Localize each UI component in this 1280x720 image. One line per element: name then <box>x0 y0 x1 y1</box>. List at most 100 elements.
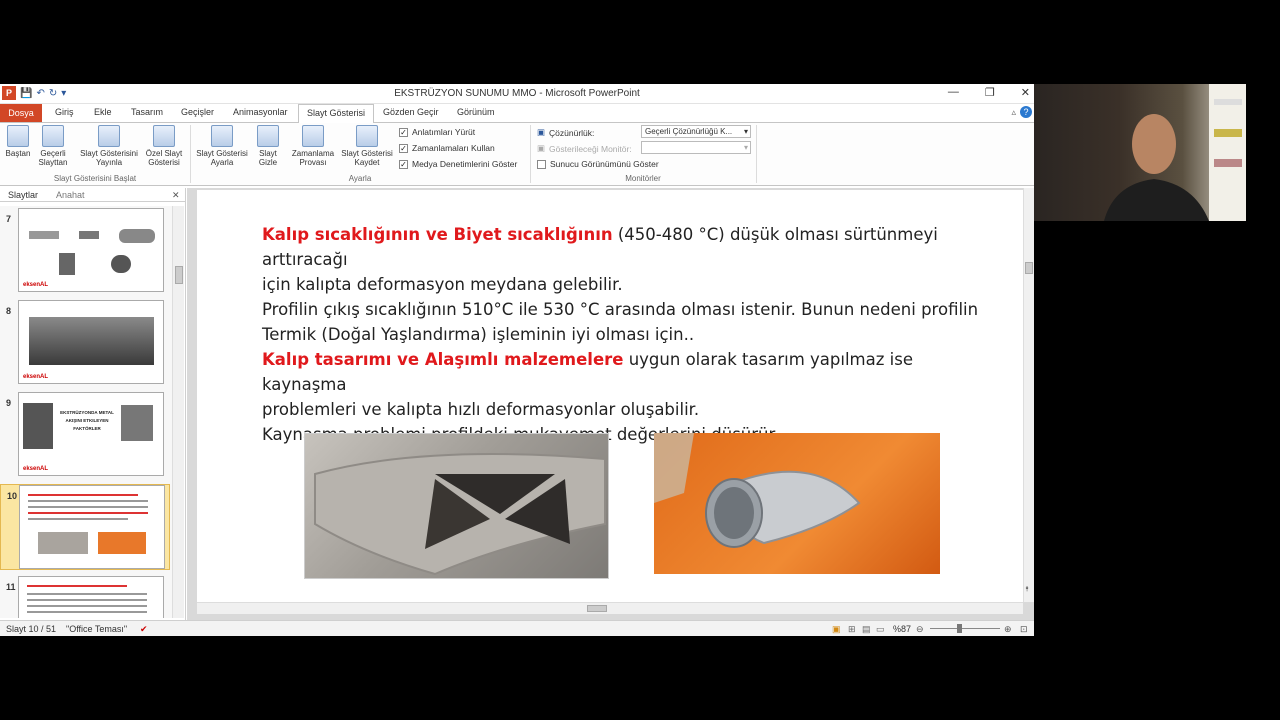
slide-position: Slayt 10 / 51 <box>6 624 57 634</box>
text-line: için kalıpta deformasyon meydana gelebil… <box>262 275 623 294</box>
rehearse-timings-button[interactable]: Zamanlama Provası <box>290 125 336 167</box>
ribbon-collapse-icon[interactable]: ▵ <box>1011 107 1016 118</box>
minimize-button[interactable]: — <box>948 86 959 99</box>
fit-to-window-icon[interactable]: ⊡ <box>1020 624 1028 635</box>
use-timings-checkbox[interactable]: ✓ Zamanlamaları Kullan <box>399 143 495 153</box>
resolution-dropdown[interactable]: Geçerli Çözünürlüğü K... ▾ <box>641 125 751 138</box>
webcam-overlay <box>1034 84 1246 221</box>
restore-button[interactable]: ❐ <box>985 86 995 99</box>
company-logo: eksenAL <box>23 466 49 472</box>
show-media-controls-checkbox[interactable]: ✓ Medya Denetimlerini Göster <box>399 159 517 169</box>
tab-review[interactable]: Gözden Geçir <box>383 107 439 117</box>
monitor-icon: ▣ <box>537 127 546 137</box>
show-on-dropdown[interactable]: ▾ <box>641 141 751 154</box>
record-slideshow-button[interactable]: Slayt Gösterisi Kaydet <box>338 125 396 167</box>
slide-thumbnail[interactable]: 9 EKSTRÜZYONDA METAL AKIŞINI ETKILEYEN F… <box>0 392 170 478</box>
group-label-monitors: Monitörler <box>625 174 661 183</box>
title-bar: P 💾 ↶ ↻ ▾ EKSTRÜZYON SUNUMU MMO - Micros… <box>0 84 1034 104</box>
presenter-figure <box>1104 84 1246 221</box>
group-separator <box>756 125 757 183</box>
panel-tabs: Slaytlar Anahat ✕ <box>0 188 185 202</box>
zoom-out-icon[interactable]: ⊖ <box>916 624 924 635</box>
close-button[interactable]: ✕ <box>1021 86 1030 99</box>
text-line: Termik (Doğal Yaşlandırma) işleminin iyi… <box>262 325 695 344</box>
slideshow-current-icon <box>42 125 64 147</box>
checkbox-checked-icon: ✓ <box>399 143 408 153</box>
slide-preview: EKSTRÜZYONDA METAL AKIŞINI ETKILEYEN FAK… <box>18 392 164 476</box>
presenter-view-checkbox[interactable]: Sunucu Görünümünü Göster <box>537 159 659 169</box>
spellcheck-icon[interactable]: ✔ <box>140 624 148 635</box>
dropdown-arrow-icon: ▾ <box>743 127 748 136</box>
slide-thumbnail[interactable]: 8 eksenAL <box>0 300 170 386</box>
scroll-thumb[interactable] <box>1025 262 1033 274</box>
slide-thumbnails: 7 eksenAL 8 eksenAL 9 EKSTRÜZYONDA METAL… <box>0 206 172 618</box>
slide-preview <box>19 485 165 569</box>
slides-panel: Slaytlar Anahat ✕ 7 eksenAL 8 eksenAL 9 … <box>0 188 186 620</box>
broadcast-slideshow-button[interactable]: Slayt Gösterisini Yayınla <box>76 125 142 167</box>
slide-thumbnail-selected[interactable]: 10 <box>0 484 170 570</box>
slideshow-start-icon <box>7 125 29 147</box>
company-logo: eksenAL <box>23 374 49 380</box>
close-panel-icon[interactable]: ✕ <box>172 190 180 201</box>
tube-profile-photo[interactable] <box>654 433 940 574</box>
slide-thumbnail[interactable]: 7 eksenAL <box>0 208 170 294</box>
broadcast-icon <box>98 125 120 147</box>
previous-slide-icon[interactable]: ⯭ <box>1025 586 1029 594</box>
tab-home[interactable]: Giriş <box>55 107 74 117</box>
slide-thumbnail[interactable]: 11 <box>0 576 170 618</box>
tab-insert[interactable]: Ekle <box>94 107 112 117</box>
slide-body-text[interactable]: Kalıp sıcaklığının ve Biyet sıcaklığının… <box>262 222 982 447</box>
window-title: EKSTRÜZYON SUNUMU MMO - Microsoft PowerP… <box>394 88 640 99</box>
slide-editor: Kalıp sıcaklığının ve Biyet sıcaklığının… <box>187 188 1034 620</box>
tab-transitions[interactable]: Geçişler <box>181 107 214 117</box>
tab-view[interactable]: Görünüm <box>457 107 495 117</box>
tab-file[interactable]: Dosya <box>0 104 42 122</box>
company-logo: eksenAL <box>23 282 49 288</box>
show-on-label: ▣ Gösterileceği Monitör: <box>537 143 632 154</box>
setup-show-icon <box>211 125 233 147</box>
checkbox-checked-icon: ✓ <box>399 127 408 137</box>
tab-design[interactable]: Tasarım <box>131 107 163 117</box>
record-show-icon <box>356 125 378 147</box>
profile-shape-icon <box>314 453 606 576</box>
tab-animations[interactable]: Animasyonlar <box>233 107 288 117</box>
help-icon[interactable]: ? <box>1020 106 1032 118</box>
slide-preview: eksenAL <box>18 208 164 292</box>
slideshow-view-icon[interactable]: ▭ <box>876 624 885 635</box>
from-beginning-button[interactable]: Baştan <box>4 125 32 158</box>
tab-slideshow[interactable]: Slayt Gösterisi <box>298 104 375 123</box>
checkbox-checked-icon: ✓ <box>399 159 408 169</box>
zoom-slider-thumb[interactable] <box>957 624 962 633</box>
slide-preview <box>18 576 164 618</box>
text-line: Kalıp tasarımı ve Alaşımlı malzemelere u… <box>262 350 913 394</box>
play-narrations-checkbox[interactable]: ✓ Anlatımları Yürüt <box>399 127 475 137</box>
slide-canvas[interactable]: Kalıp sıcaklığının ve Biyet sıcaklığının… <box>197 190 1023 602</box>
ribbon: Baştan Geçerli Slayttan Slayt Gösterisin… <box>0 122 1034 186</box>
window-controls: — ❐ ✕ <box>948 86 1030 99</box>
tab-slides[interactable]: Slaytlar <box>8 190 38 200</box>
checkbox-unchecked-icon <box>537 159 546 169</box>
normal-view-icon[interactable]: ▣ <box>832 624 841 635</box>
editor-hscrollbar[interactable] <box>197 602 1023 614</box>
zoom-level[interactable]: %87 <box>893 624 911 634</box>
zoom-slider[interactable] <box>930 628 1000 629</box>
tab-outline[interactable]: Anahat <box>56 190 85 200</box>
text-line: problemleri ve kalıpta hızlı deformasyon… <box>262 400 700 419</box>
custom-show-icon <box>153 125 175 147</box>
zoom-in-icon[interactable]: ⊕ <box>1004 624 1012 635</box>
panel-scrollbar[interactable] <box>172 206 184 618</box>
hscroll-thumb[interactable] <box>587 605 607 612</box>
extrusion-profile-photo[interactable] <box>304 433 609 579</box>
from-current-slide-button[interactable]: Geçerli Slayttan <box>36 125 70 167</box>
hide-slide-icon <box>257 125 279 147</box>
slide-title: EKSTRÜZYONDA METAL AKIŞINI ETKILEYEN FAK… <box>60 410 114 431</box>
custom-slideshow-button[interactable]: Özel Slayt Gösterisi <box>143 125 185 167</box>
reading-view-icon[interactable]: ▤ <box>862 624 871 635</box>
group-label-start: Slayt Gösterisini Başlat <box>53 174 137 183</box>
editor-scrollbar[interactable]: ⯭ <box>1023 188 1034 602</box>
setup-slideshow-button[interactable]: Slayt Gösterisi Ayarla <box>194 125 250 167</box>
ribbon-tabs: Dosya Giriş Ekle Tasarım Geçişler Animas… <box>0 104 1034 123</box>
hide-slide-button[interactable]: Slayt Gizle <box>254 125 282 167</box>
slide-sorter-icon[interactable]: ⊞ <box>848 624 856 635</box>
scroll-thumb[interactable] <box>175 266 183 284</box>
